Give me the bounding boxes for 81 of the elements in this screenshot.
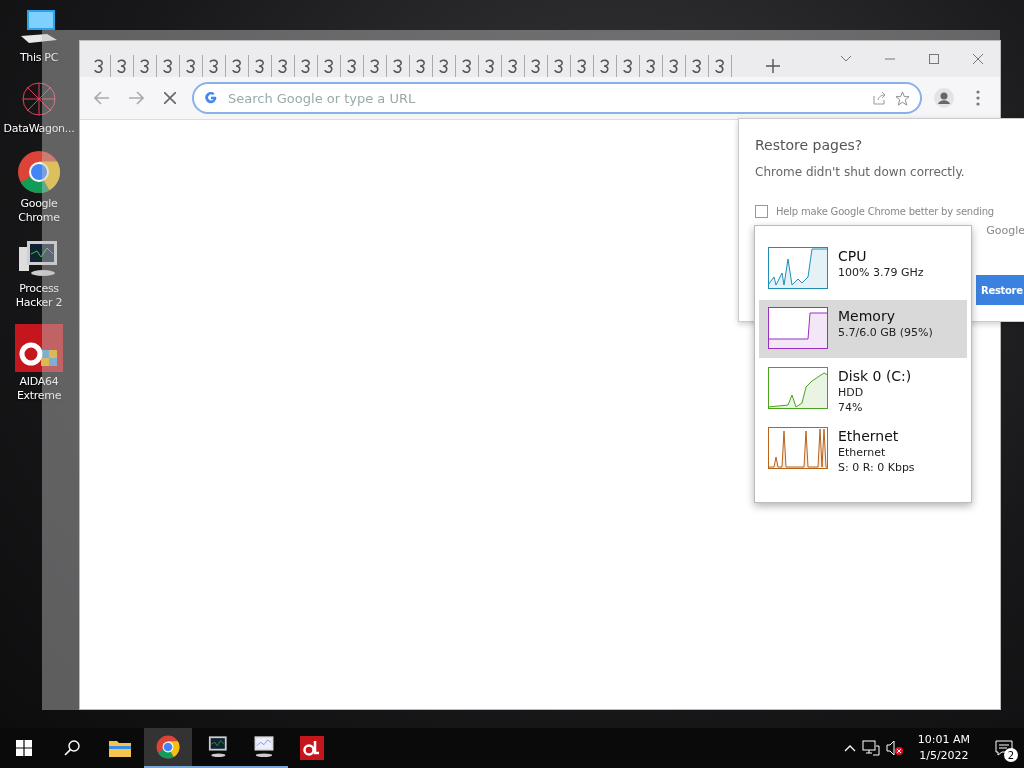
tab-favicon-icon bbox=[461, 59, 473, 73]
resource-detail: 5.7/6.0 GB (95%) bbox=[838, 325, 933, 340]
plus-icon[interactable] bbox=[766, 59, 780, 73]
resource-name: Disk 0 (C:) bbox=[838, 367, 912, 385]
performance-item[interactable]: Disk 0 (C:) HDD 74% bbox=[759, 360, 967, 418]
resource-name: Memory bbox=[838, 307, 896, 325]
clock-time[interactable]: 10:01 AM bbox=[917, 732, 970, 748]
tab-favicon-icon bbox=[369, 59, 381, 73]
tab-favicon-icon bbox=[645, 59, 657, 73]
tab-favicon-icon bbox=[323, 59, 335, 73]
address-bar[interactable]: Search Google or type a URL bbox=[192, 82, 922, 114]
resource-name: Ethernet bbox=[838, 427, 900, 445]
star-icon[interactable] bbox=[895, 90, 910, 106]
resource-detail: 100% 3.79 GHz bbox=[838, 265, 924, 280]
resource-detail: S: 0 R: 0 Kbps bbox=[838, 460, 915, 475]
tab-favicon-icon bbox=[438, 59, 450, 73]
desktop-icon-label[interactable]: This PC bbox=[1, 51, 77, 65]
resource-detail: 74% bbox=[838, 400, 864, 415]
tab-favicon-icon bbox=[139, 59, 151, 73]
share-icon[interactable] bbox=[873, 91, 887, 105]
search-icon bbox=[64, 740, 80, 756]
resource-detail: HDD bbox=[838, 385, 865, 400]
tab-favicon-icon bbox=[668, 59, 680, 73]
tab-favicon-icon bbox=[622, 59, 634, 73]
network-icon[interactable] bbox=[861, 740, 880, 756]
tab-favicon-icon bbox=[162, 59, 174, 73]
google-g-icon bbox=[204, 91, 218, 105]
chevron-up-icon[interactable] bbox=[843, 744, 856, 752]
tab-favicon-icon bbox=[254, 59, 266, 73]
notification-button[interactable]: 2 bbox=[984, 728, 1024, 768]
dialog-message: Chrome didn't shut down correctly. bbox=[755, 165, 966, 179]
tab-favicon-icon bbox=[553, 59, 565, 73]
usage-graph bbox=[768, 247, 828, 289]
checkbox-label: Google bbox=[986, 224, 1024, 237]
chrome-icon bbox=[17, 150, 61, 194]
dialog-title: Restore pages? bbox=[755, 137, 864, 153]
tab-favicon-icon bbox=[231, 59, 243, 73]
tab-favicon-icon bbox=[116, 59, 128, 73]
checkbox[interactable] bbox=[755, 205, 768, 218]
tab-favicon-icon bbox=[415, 59, 427, 73]
tab-favicon-icon bbox=[576, 59, 588, 73]
performance-item[interactable]: Memory 5.7/6.0 GB (95%) bbox=[759, 300, 967, 358]
notification-count: 2 bbox=[1004, 748, 1018, 762]
desktop-icon-label[interactable]: Google Chrome bbox=[1, 197, 77, 225]
maximize-icon[interactable] bbox=[929, 54, 939, 64]
performance-item[interactable]: CPU 100% 3.79 GHz bbox=[759, 240, 967, 298]
tab-favicon-icon bbox=[691, 59, 703, 73]
usage-graph bbox=[768, 367, 828, 409]
close-icon[interactable] bbox=[164, 92, 176, 104]
folder-icon[interactable] bbox=[108, 738, 132, 758]
tab-favicon-icon bbox=[93, 59, 105, 73]
usage-graph bbox=[768, 307, 828, 349]
performance-item[interactable]: Ethernet Ethernet S: 0 R: 0 Kbps bbox=[759, 420, 967, 478]
tab-favicon-icon bbox=[208, 59, 220, 73]
menu-icon[interactable] bbox=[976, 90, 980, 106]
chevron-down-icon[interactable] bbox=[840, 55, 852, 63]
checkbox-label: Help make Google Chrome better by sending bbox=[776, 206, 994, 217]
resource-name: CPU bbox=[838, 247, 868, 265]
restore-button[interactable]: Restore bbox=[976, 275, 1024, 305]
close-icon[interactable] bbox=[973, 54, 983, 64]
tab-favicon-icon bbox=[300, 59, 312, 73]
tab-favicon-icon bbox=[714, 59, 726, 73]
taskbar-app[interactable] bbox=[144, 728, 192, 768]
tab-favicon-icon bbox=[599, 59, 611, 73]
tab-favicon-icon bbox=[530, 59, 542, 73]
tab-favicon-icon bbox=[185, 59, 197, 73]
profile-icon[interactable] bbox=[934, 88, 954, 108]
tab-favicon-icon bbox=[484, 59, 496, 73]
windows-icon bbox=[16, 740, 32, 756]
desktop-icon-label[interactable]: Process Hacker 2 bbox=[1, 282, 77, 310]
chrome-icon[interactable] bbox=[156, 735, 180, 759]
tab-favicon-icon bbox=[392, 59, 404, 73]
resource-detail: Ethernet bbox=[838, 445, 887, 460]
usage-graph bbox=[768, 427, 828, 469]
desktop-icon-label[interactable]: DataWagon... bbox=[1, 122, 77, 136]
tab-favicon-icon bbox=[346, 59, 358, 73]
tab-favicon-icon bbox=[507, 59, 519, 73]
tab-favicon-icon bbox=[277, 59, 289, 73]
clock-date[interactable]: 1/5/2022 bbox=[919, 748, 969, 764]
desktop-icon-label[interactable]: AIDA64 Extreme bbox=[1, 375, 77, 403]
volume-muted-icon[interactable] bbox=[885, 740, 904, 756]
